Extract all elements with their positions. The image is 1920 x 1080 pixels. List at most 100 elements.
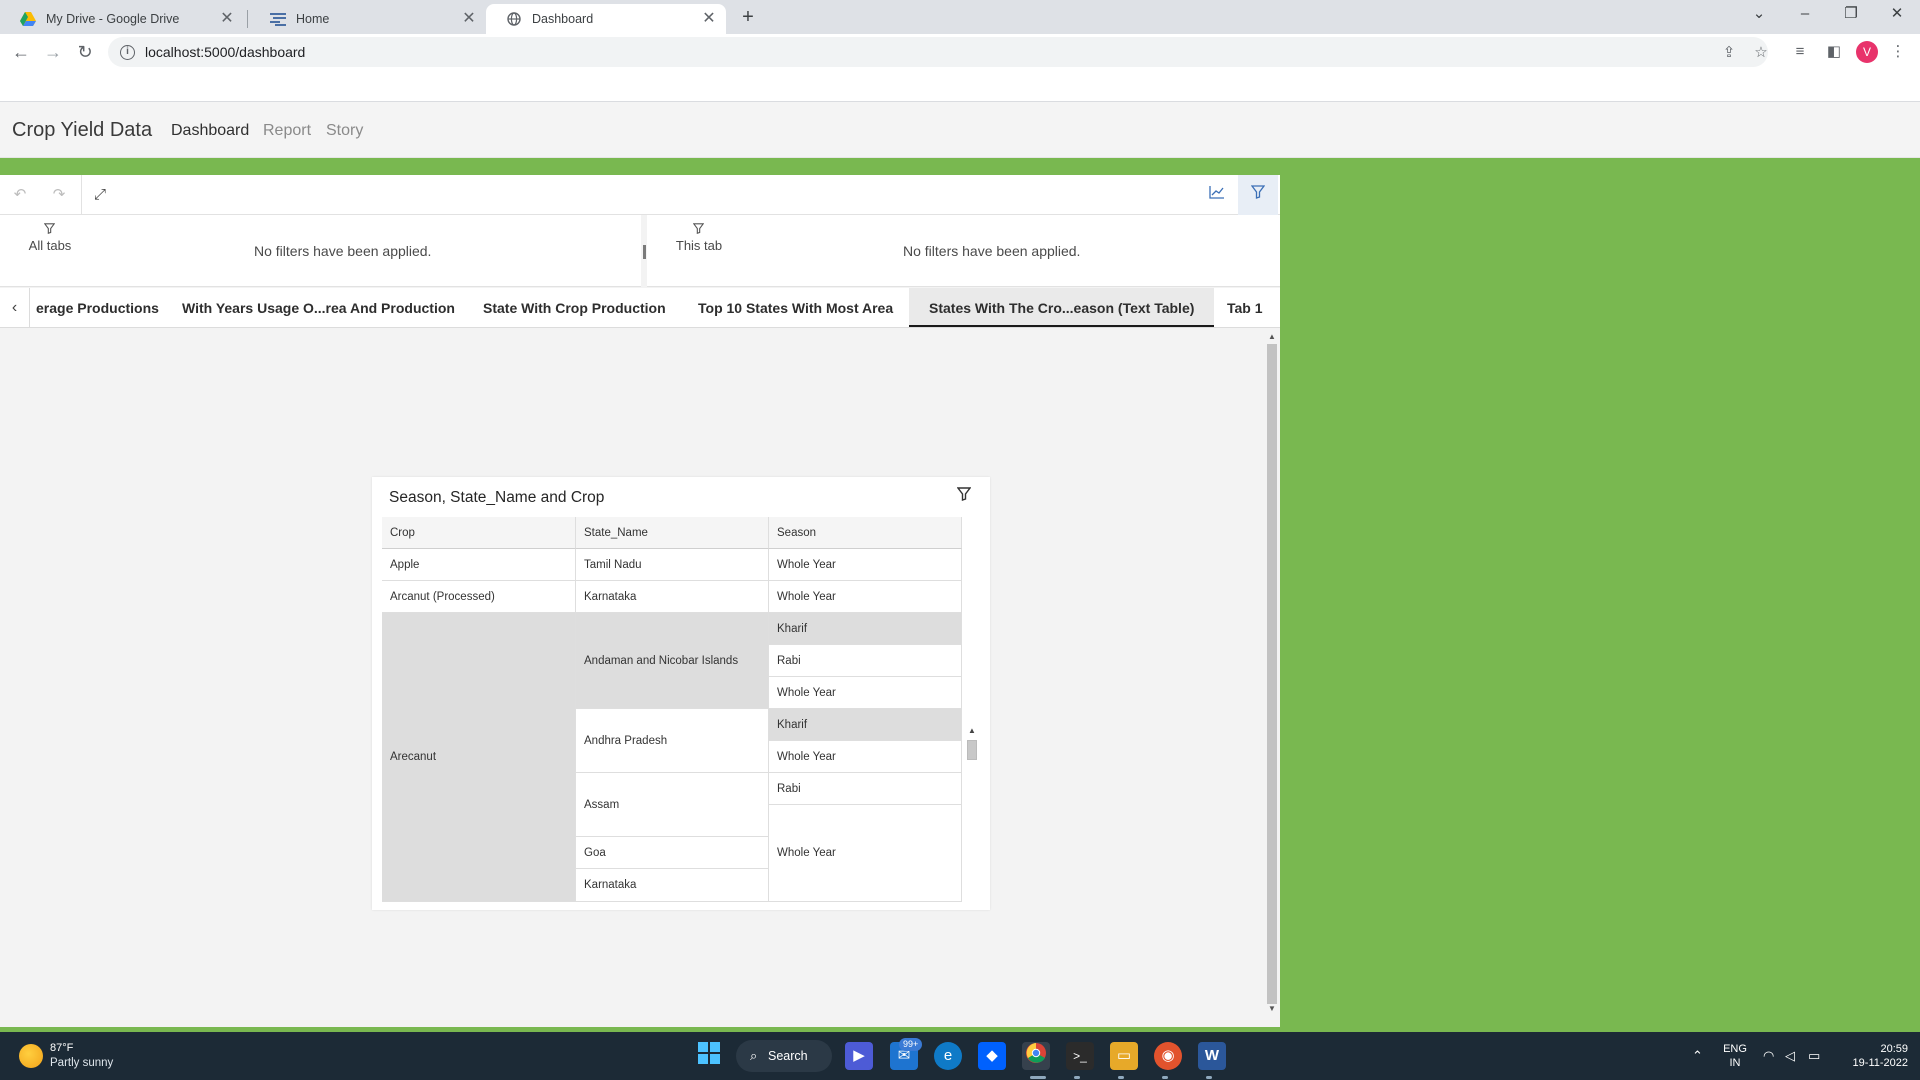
weather-sun-icon[interactable]	[19, 1044, 43, 1068]
column-header-season[interactable]: Season	[769, 517, 962, 549]
dashboard-tab-active[interactable]: States With The Cro...eason (Text Table)	[909, 288, 1215, 327]
table-cell-state[interactable]: Karnataka	[576, 581, 769, 613]
redo-icon[interactable]: ↷	[47, 183, 71, 207]
widget-title: Season, State_Name and Crop	[389, 489, 605, 506]
dashboard-tab[interactable]: Top 10 States With Most Area	[698, 288, 893, 327]
scroll-thumb[interactable]	[1267, 344, 1277, 1004]
profile-avatar[interactable]: V	[1856, 41, 1878, 63]
this-tab-filter-message: No filters have been applied.	[903, 243, 1081, 259]
reload-icon[interactable]: ↻	[73, 40, 97, 64]
scroll-up-icon[interactable]: ▲	[1264, 332, 1280, 341]
back-icon[interactable]: ←	[9, 40, 33, 64]
dashboard-toolbar: ↶ ↷ ⤢	[0, 175, 1280, 215]
reading-list-icon[interactable]: ≡	[1788, 40, 1812, 64]
table-cell-crop[interactable]: Apple	[382, 549, 576, 581]
terminal-icon[interactable]: >_	[1066, 1042, 1094, 1070]
scroll-down-icon[interactable]: ▼	[1264, 1004, 1280, 1013]
dashboard-tab[interactable]: With Years Usage O...rea And Production	[182, 288, 455, 327]
browser-tab-home[interactable]: Home ✕	[250, 4, 486, 34]
visualization-icon[interactable]	[1205, 183, 1229, 207]
site-info-icon[interactable]: i	[120, 44, 135, 60]
table-cell-state[interactable]: Goa	[576, 837, 769, 869]
nav-dashboard[interactable]: Dashboard	[171, 122, 249, 140]
table-cell-season[interactable]: Whole Year	[769, 805, 962, 902]
omnibox[interactable]: i localhost:5000/dashboard	[108, 37, 1768, 67]
table-cell-state[interactable]: Andaman and Nicobar Islands	[576, 613, 769, 709]
url-text[interactable]: localhost:5000/dashboard	[145, 44, 305, 60]
side-panel-icon[interactable]: ◧	[1822, 40, 1846, 64]
browser-tab-google-drive[interactable]: My Drive - Google Drive ✕	[0, 4, 244, 34]
table-cell-season[interactable]: Rabi	[769, 645, 962, 677]
table-cell-season[interactable]: Whole Year	[769, 741, 962, 773]
edge-browser-icon[interactable]: e	[934, 1042, 962, 1070]
browser-tab-dashboard[interactable]: Dashboard ✕	[486, 4, 726, 34]
column-header-state[interactable]: State_Name	[576, 517, 769, 549]
close-tab-icon[interactable]: ✕	[700, 10, 718, 28]
table-scrollbar[interactable]: ▲ ▼	[964, 726, 980, 1076]
battery-icon[interactable]: ▭	[1808, 1048, 1820, 1064]
dropbox-icon[interactable]: ◆	[978, 1042, 1006, 1070]
table-cell-state[interactable]: Assam	[576, 773, 769, 837]
teams-chat-icon[interactable]: ▶	[845, 1042, 873, 1070]
browser-tab-title: My Drive - Google Drive	[46, 12, 180, 26]
dashboard-tab[interactable]: Tab 1	[1227, 288, 1263, 327]
table-cell-season[interactable]: Rabi	[769, 773, 962, 805]
filter-funnel-icon	[692, 223, 705, 237]
table-cell-season[interactable]: Whole Year	[769, 581, 962, 613]
weather-description[interactable]: Partly sunny	[50, 1057, 113, 1069]
expand-icon[interactable]: ⤢	[88, 183, 112, 207]
forward-icon[interactable]: →	[41, 40, 65, 64]
minimize-icon[interactable]: –	[1782, 0, 1828, 30]
filter-resize-handle[interactable]	[643, 245, 646, 259]
taskbar-search[interactable]: ⌕ Search	[736, 1040, 832, 1072]
chrome-menu-icon[interactable]: ⋮	[1886, 40, 1910, 64]
chevron-left-icon[interactable]: ‹	[0, 288, 30, 327]
new-tab-button[interactable]: +	[736, 6, 760, 30]
table-cell-state[interactable]: Tamil Nadu	[576, 549, 769, 581]
weather-temperature[interactable]: 87°F	[50, 1042, 73, 1054]
bookmark-star-icon[interactable]: ☆	[1752, 43, 1770, 61]
table-cell-season[interactable]: Kharif	[769, 613, 962, 645]
close-tab-icon[interactable]: ✕	[218, 10, 236, 28]
undo-icon[interactable]: ↶	[8, 183, 32, 207]
table-cell-season[interactable]: Whole Year	[769, 549, 962, 581]
tab-search-icon[interactable]: ⌄	[1736, 0, 1782, 30]
clock[interactable]: 20:59 19-11-2022	[1848, 1042, 1908, 1070]
column-header-crop[interactable]: Crop	[382, 517, 576, 549]
table-cell-season[interactable]: Whole Year	[769, 677, 962, 709]
wifi-icon[interactable]: ◠	[1763, 1048, 1774, 1064]
filter-funnel-icon	[43, 223, 56, 237]
dashboard-tab[interactable]: erage Productions	[36, 288, 159, 327]
google-drive-icon	[20, 11, 36, 27]
text-table-widget[interactable]: Season, State_Name and Crop Crop State_N…	[372, 477, 990, 910]
word-icon[interactable]: W	[1198, 1042, 1226, 1070]
nav-report[interactable]: Report	[263, 122, 311, 140]
tab-separator	[247, 10, 248, 28]
close-window-icon[interactable]: ✕	[1874, 0, 1920, 30]
chrome-browser-icon[interactable]	[1022, 1042, 1050, 1070]
volume-icon[interactable]: ◁	[1785, 1048, 1795, 1064]
filter-panel-icon[interactable]	[1238, 175, 1278, 215]
input-language[interactable]: ENG IN	[1720, 1042, 1750, 1070]
scroll-thumb[interactable]	[967, 740, 977, 760]
windows-start-icon[interactable]	[695, 1042, 723, 1070]
table-cell-crop[interactable]: Arcanut (Processed)	[382, 581, 576, 613]
dashboard-tab[interactable]: State With Crop Production	[483, 288, 666, 327]
running-app-indicator	[1162, 1076, 1168, 1079]
restore-icon[interactable]: ❐	[1828, 0, 1874, 30]
widget-filter-icon[interactable]	[955, 487, 973, 505]
scroll-up-icon[interactable]: ▲	[964, 726, 980, 735]
table-cell-state[interactable]: Karnataka	[576, 869, 769, 902]
firefox-icon[interactable]: ◉	[1154, 1042, 1182, 1070]
table-cell-season[interactable]: Kharif	[769, 709, 962, 741]
file-explorer-icon[interactable]: ▭	[1110, 1042, 1138, 1070]
chevron-up-icon[interactable]: ⌃	[1692, 1048, 1703, 1064]
close-tab-icon[interactable]: ✕	[460, 10, 478, 28]
table-cell-crop[interactable]: Arecanut	[382, 613, 576, 902]
table-cell-state[interactable]: Andhra Pradesh	[576, 709, 769, 773]
nav-story[interactable]: Story	[326, 122, 363, 140]
search-icon: ⌕	[750, 1048, 758, 1063]
panel-scrollbar[interactable]: ▲ ▼	[1264, 332, 1280, 1016]
filter-row: All tabs No filters have been applied. T…	[0, 215, 1280, 287]
share-icon[interactable]: ⇪	[1720, 43, 1738, 61]
